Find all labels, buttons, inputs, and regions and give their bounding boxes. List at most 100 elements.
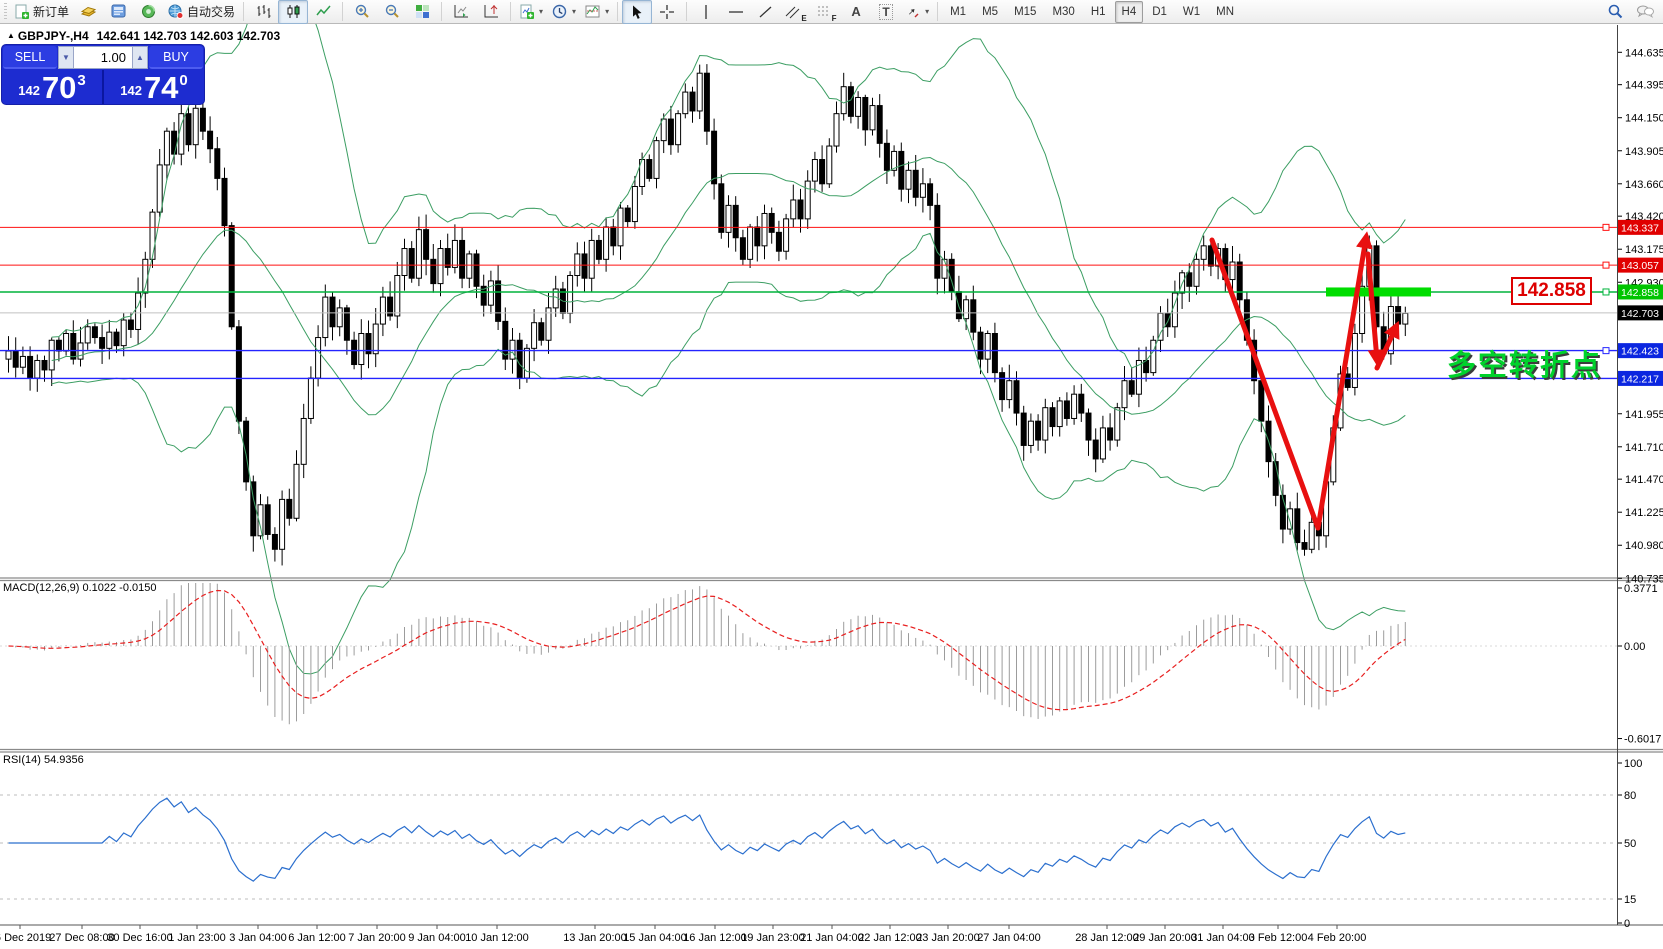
price-tick-label: 141.955	[1625, 409, 1663, 421]
timeframe-button-M1[interactable]: M1	[943, 1, 973, 23]
date-tick-label: 29 Jan 20:00	[1133, 932, 1197, 944]
arrows-dropdown-caret[interactable]: ▾	[925, 7, 929, 16]
toolbar-separator	[441, 2, 442, 21]
chart-canvas[interactable]: 144.635144.395144.150143.905143.660143.4…	[0, 0, 1663, 949]
zoom-out-button[interactable]	[377, 0, 407, 24]
date-tick-label: 9 Jan 04:00	[408, 932, 466, 944]
label-tool-glyph: T	[879, 4, 892, 20]
date-tick-label: 26 Dec 2019	[0, 932, 51, 944]
tile-windows-button[interactable]	[407, 0, 437, 24]
auto-scroll-button[interactable]	[446, 0, 476, 24]
periods-button[interactable]: ▾	[547, 0, 580, 24]
sell-price[interactable]: 142 70 3	[2, 70, 102, 104]
cursor-button[interactable]	[622, 0, 652, 24]
crosshair-button[interactable]	[652, 0, 682, 24]
timeframe-button-M5[interactable]: M5	[975, 1, 1005, 23]
date-tick-label: 3 Feb 12:00	[1249, 932, 1308, 944]
rsi-line	[9, 798, 1406, 881]
chart-shift-icon	[483, 3, 500, 20]
text-button[interactable]: A	[841, 0, 871, 24]
vertical-line-button[interactable]	[691, 0, 721, 24]
channel-icon	[785, 4, 801, 20]
bar-chart-button[interactable]	[248, 0, 278, 24]
buy-price-big: 74	[144, 74, 178, 102]
arrows-button[interactable]: ▾	[901, 0, 933, 24]
timeframe-button-MN[interactable]: MN	[1209, 1, 1241, 23]
hline-anchor[interactable]	[1603, 348, 1609, 354]
new-order-button[interactable]: 新订单	[10, 0, 73, 24]
hline-anchor[interactable]	[1603, 224, 1609, 230]
templates-icon	[584, 3, 601, 20]
green-highlight-bar[interactable]	[1326, 287, 1431, 296]
price-tick-label: 141.710	[1625, 442, 1663, 454]
bar-chart-icon	[255, 3, 272, 20]
autotrading-button[interactable]: 自动交易	[163, 0, 239, 24]
timeframe-button-H4[interactable]: H4	[1115, 1, 1144, 23]
timeframe-button-M15[interactable]: M15	[1007, 1, 1043, 23]
horizontal-line-button[interactable]	[721, 0, 751, 24]
line-chart-button[interactable]	[308, 0, 338, 24]
buy-button[interactable]: BUY	[149, 46, 203, 69]
date-tick-label: 1 Jan 23:00	[168, 932, 226, 944]
symbol-name: GBPJPY-,H4	[18, 29, 89, 43]
price-axis: 144.635144.395144.150143.905143.660143.4…	[1618, 47, 1663, 585]
zoom-in-button[interactable]	[347, 0, 377, 24]
volume-input[interactable]: 1.00	[74, 46, 132, 69]
price-tick-label: 141.225	[1625, 507, 1663, 519]
search-button[interactable]	[1600, 0, 1630, 24]
trendline-button[interactable]	[751, 0, 781, 24]
signals-button[interactable]	[133, 0, 163, 24]
indicators-dropdown-caret[interactable]: ▾	[539, 7, 543, 16]
auto-scroll-icon	[453, 3, 470, 20]
buy-price-main: 142	[120, 83, 142, 98]
indicators-button[interactable]: ▾	[515, 0, 547, 24]
buy-price[interactable]: 142 74 0	[104, 70, 204, 104]
price-badge-label: 143.057	[1621, 260, 1659, 272]
toolbar-separator	[243, 2, 244, 21]
market-watch-button[interactable]	[73, 0, 103, 24]
templates-button[interactable]: ▾	[580, 0, 613, 24]
price-tick-label: 144.395	[1625, 80, 1663, 92]
fibonacci-button[interactable]: F	[811, 0, 841, 24]
timeframe-button-H1[interactable]: H1	[1084, 1, 1113, 23]
rsi-indicator-label: RSI(14) 54.9356	[3, 754, 84, 766]
date-tick-label: 10 Jan 12:00	[465, 932, 529, 944]
rsi-axis-label: 100	[1624, 758, 1642, 770]
price-tick-label: 140.980	[1625, 540, 1663, 552]
new-order-icon	[14, 4, 30, 20]
navigator-button[interactable]	[103, 0, 133, 24]
sell-price-sup: 3	[77, 72, 85, 89]
ohlc-values: 142.641 142.703 142.603 142.703	[97, 29, 281, 43]
rsi-axis-label: 50	[1624, 838, 1636, 850]
sell-button[interactable]: SELL	[3, 46, 57, 69]
templates-dropdown-caret[interactable]: ▾	[605, 7, 609, 16]
price-tick-label: 144.635	[1625, 47, 1663, 59]
candlestick-chart-button[interactable]	[278, 0, 308, 24]
date-tick-label: 21 Jan 04:00	[800, 932, 864, 944]
text-tool-glyph: A	[851, 4, 860, 19]
timeframe-button-D1[interactable]: D1	[1145, 1, 1174, 23]
periods-dropdown-caret[interactable]: ▾	[572, 7, 576, 16]
volume-decrease-button[interactable]: ▼	[58, 46, 74, 69]
chart-shift-button[interactable]	[476, 0, 506, 24]
trendline-icon	[758, 4, 774, 20]
hline-anchor[interactable]	[1603, 262, 1609, 268]
toolbar-grip[interactable]	[4, 3, 7, 21]
date-tick-label: 6 Jan 12:00	[288, 932, 346, 944]
equidistant-channel-button[interactable]: E	[781, 0, 811, 24]
price-tick-label: 141.470	[1625, 474, 1663, 486]
candles-layer	[6, 64, 1408, 565]
timeframe-button-M30[interactable]: M30	[1045, 1, 1081, 23]
trading-platform-window: 新订单 自动交易	[0, 0, 1663, 949]
hline-anchor[interactable]	[1603, 289, 1609, 295]
text-label-button[interactable]: T	[871, 0, 901, 24]
toolbar-separator	[342, 2, 343, 21]
macd-pane: 0.37710.00-0.6017	[0, 583, 1661, 746]
toolbar-separator	[617, 2, 618, 21]
volume-increase-button[interactable]: ▲	[132, 46, 148, 69]
sell-price-main: 142	[18, 83, 40, 98]
timeframe-button-W1[interactable]: W1	[1176, 1, 1207, 23]
price-badge-label: 142.703	[1621, 308, 1659, 320]
collapse-triangle-icon[interactable]: ▲	[7, 31, 15, 40]
chat-button[interactable]	[1630, 0, 1660, 24]
